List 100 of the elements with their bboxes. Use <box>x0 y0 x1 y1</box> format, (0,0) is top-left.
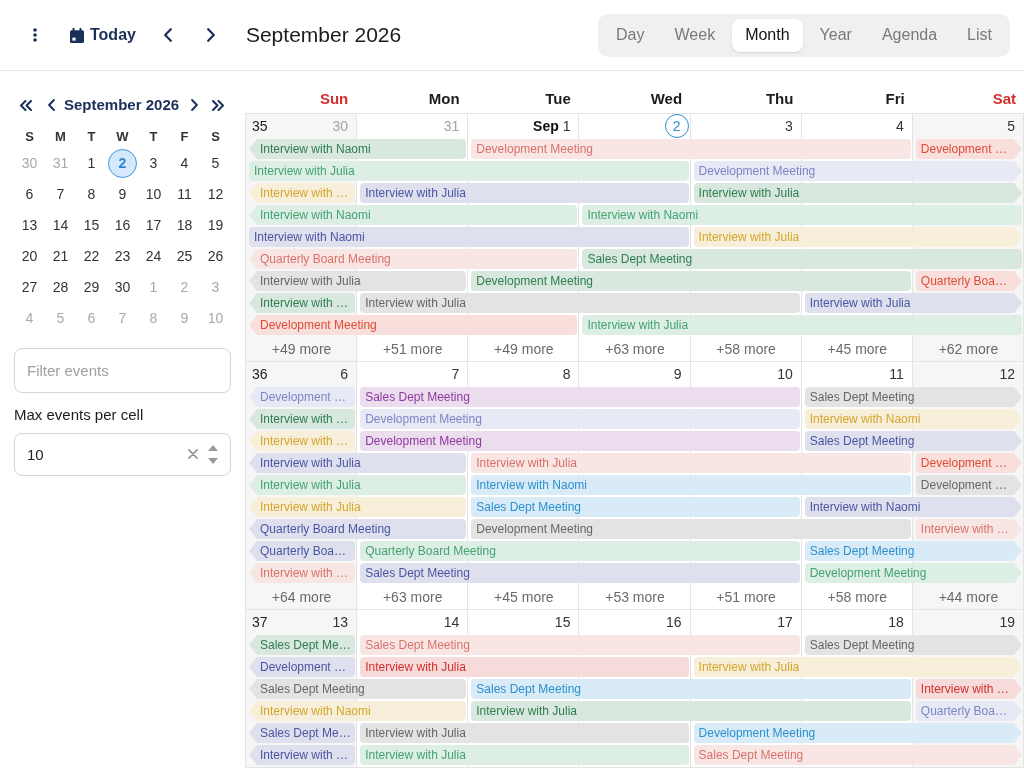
day-number[interactable]: 5 <box>1007 115 1015 137</box>
event-bar[interactable]: Development Meeting <box>360 409 800 429</box>
event-bar[interactable]: Interview with … <box>249 745 356 765</box>
day-number[interactable]: 3 <box>784 115 793 137</box>
event-bar[interactable]: Interview with Julia <box>360 657 689 677</box>
mini-calendar-day[interactable]: 25 <box>170 242 199 271</box>
mini-calendar-day[interactable]: 20 <box>15 242 44 271</box>
day-number[interactable]: 13 <box>332 611 349 633</box>
event-bar[interactable]: Interview with Julia <box>582 315 1022 335</box>
event-bar[interactable]: Development Meeting <box>249 315 578 335</box>
event-bar[interactable]: Development … <box>249 387 356 407</box>
mini-calendar-day[interactable]: 30 <box>108 273 137 302</box>
event-bar[interactable]: Sales Dept Meeting <box>804 541 1022 561</box>
event-bar[interactable]: Quarterly Board Meeting <box>249 519 467 539</box>
event-bar[interactable]: Interview with Julia <box>471 701 911 721</box>
event-bar[interactable]: Interview with Julia <box>693 183 1022 203</box>
day-number[interactable]: 11 <box>889 363 904 385</box>
more-link[interactable]: +49 more <box>494 338 554 360</box>
mini-calendar-day[interactable]: 27 <box>15 273 44 302</box>
more-link[interactable]: +44 more <box>938 586 999 608</box>
mini-calendar-day[interactable]: 7 <box>46 180 75 209</box>
event-bar[interactable]: Development Meeting <box>471 139 911 159</box>
today-button[interactable]: Today <box>67 19 139 51</box>
mini-calendar-day[interactable]: 29 <box>77 273 106 302</box>
mini-calendar-day[interactable]: 24 <box>139 242 168 271</box>
mini-calendar-day[interactable]: 3 <box>139 149 168 178</box>
event-bar[interactable]: Interview with Julia <box>360 183 689 203</box>
view-tab[interactable]: Agenda <box>868 18 951 52</box>
event-bar[interactable]: Sales Dept Meeting <box>582 249 1022 269</box>
mini-calendar-day[interactable]: 10 <box>139 180 168 209</box>
event-bar[interactable]: Development … <box>915 453 1022 473</box>
view-tab[interactable]: Month <box>732 18 803 52</box>
event-bar[interactable]: Sales Dept Meeting <box>804 387 1022 407</box>
day-number[interactable]: 6 <box>340 363 349 385</box>
more-link[interactable]: +58 more <box>716 338 776 360</box>
view-tab[interactable]: Day <box>603 18 658 52</box>
event-bar[interactable]: Interview with Naomi <box>471 475 911 495</box>
event-bar[interactable]: Interview with Julia <box>249 475 467 495</box>
event-bar[interactable]: Sales Dept Meeting <box>360 563 800 583</box>
event-bar[interactable]: Sales Dept Meeting <box>249 679 467 699</box>
mini-calendar-day[interactable]: 22 <box>77 242 106 271</box>
more-link[interactable]: +49 more <box>271 338 332 360</box>
day-number[interactable]: 12 <box>999 363 1015 385</box>
more-link[interactable]: +63 more <box>382 586 443 608</box>
view-tab[interactable]: List <box>954 18 1005 52</box>
event-bar[interactable]: Interview with Julia <box>249 271 467 291</box>
event-bar[interactable]: Interview with … <box>249 563 356 583</box>
mini-calendar-day[interactable]: 13 <box>15 211 44 240</box>
event-bar[interactable]: Quarterly Boa… <box>915 701 1022 721</box>
event-bar[interactable]: Quarterly Boa… <box>915 271 1022 291</box>
more-link[interactable]: +64 more <box>271 586 332 608</box>
event-bar[interactable]: Interview with Julia <box>471 453 911 473</box>
event-bar[interactable]: Interview with Julia <box>249 161 689 181</box>
day-number[interactable]: 16 <box>666 611 682 633</box>
mini-calendar-day[interactable]: 15 <box>77 211 106 240</box>
event-bar[interactable]: Interview with Naomi <box>249 139 467 159</box>
number-field[interactable]: 10 <box>14 432 231 476</box>
event-bar[interactable]: Interview with Julia <box>804 293 1022 313</box>
mini-calendar-day[interactable]: 19 <box>201 211 230 240</box>
day-number[interactable]: 19 <box>999 611 1015 633</box>
day-number[interactable]: 8 <box>562 363 571 385</box>
mini-calendar-day[interactable]: 5 <box>201 149 230 178</box>
mini-calendar-day[interactable]: 4 <box>170 149 199 178</box>
event-bar[interactable]: Quarterly Boa… <box>249 541 356 561</box>
event-bar[interactable]: Sales Dept Meeting <box>360 635 800 655</box>
event-bar[interactable]: Quarterly Board Meeting <box>360 541 800 561</box>
day-number[interactable]: 10 <box>777 363 793 385</box>
more-link[interactable]: +51 more <box>716 586 776 608</box>
event-bar[interactable]: Interview with Julia <box>360 293 800 313</box>
mini-calendar-day[interactable]: 28 <box>46 273 75 302</box>
filter-field[interactable]: Filter events <box>14 348 231 393</box>
view-tab[interactable]: Week <box>661 18 729 52</box>
caret-down-icon[interactable] <box>208 457 218 464</box>
more-link[interactable]: +63 more <box>605 338 665 360</box>
mini-calendar-day[interactable]: 11 <box>170 180 199 209</box>
event-bar[interactable]: Interview with … <box>249 293 356 313</box>
event-bar[interactable]: Sales Dept Meeting <box>360 387 800 407</box>
event-bar[interactable]: Development Meeting <box>360 431 800 451</box>
day-number[interactable]: Sep 1 <box>533 115 571 137</box>
mini-calendar-day[interactable]: 23 <box>108 242 137 271</box>
event-bar[interactable]: Sales Dept Me… <box>249 723 356 743</box>
event-bar[interactable]: Development … <box>915 139 1022 159</box>
event-bar[interactable]: Development … <box>915 475 1022 495</box>
mini-calendar-day[interactable]: 1 <box>77 149 106 178</box>
day-number[interactable]: 15 <box>554 611 571 633</box>
event-bar[interactable]: Interview with Julia <box>360 745 689 765</box>
more-link[interactable]: +53 more <box>605 586 665 608</box>
day-number[interactable]: 9 <box>673 363 682 385</box>
more-link[interactable]: +45 more <box>494 586 554 608</box>
event-bar[interactable]: Sales Dept Meeting <box>804 635 1022 655</box>
event-bar[interactable]: Interview with Naomi <box>249 227 689 247</box>
mini-calendar-day[interactable]: 18 <box>170 211 199 240</box>
event-bar[interactable]: Interview with Naomi <box>249 205 578 225</box>
event-bar[interactable]: Interview with Julia <box>360 723 689 743</box>
event-bar[interactable]: Development Meeting <box>804 563 1022 583</box>
event-bar[interactable]: Interview with Naomi <box>582 205 1022 225</box>
event-bar[interactable]: Sales Dept Meeting <box>471 679 911 699</box>
mini-calendar-day[interactable]: 8 <box>77 180 106 209</box>
event-bar[interactable]: Development Meeting <box>693 161 1022 181</box>
event-bar[interactable]: Interview with … <box>915 519 1022 539</box>
